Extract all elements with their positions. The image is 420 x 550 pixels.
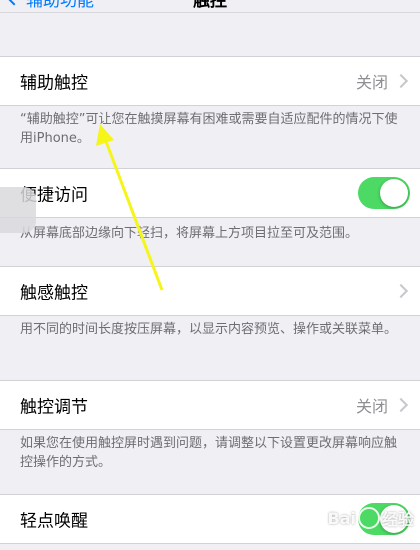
haptic-touch-footer: 用不同的时间长度按压屏幕，以显示内容预览、操作或关联菜单。 (20, 322, 398, 337)
chevron-right-icon (393, 397, 409, 413)
baidu-watermark: Bai 经验 (327, 506, 414, 530)
touch-accommodations-row[interactable]: 触控调节 关闭 (0, 380, 420, 430)
touch-accommodations-label: 触控调节 (20, 397, 88, 418)
touch-accommodations-footer: 如果您在使用触控屏时遇到问题，请调整以下设置更改屏幕响应触控操作的方式。 (20, 436, 398, 470)
touch-accommodations-value: 关闭 (355, 397, 388, 416)
settings-screen: 辅助功能 触控 辅助触控 关闭 “辅助触控”可让您在触摸屏幕有困难或需要自适应配… (0, 0, 420, 550)
watermark-brand-suffix: 经验 (381, 510, 414, 529)
reachability-row: 便捷访问 (0, 168, 420, 218)
toggle-knob (380, 179, 408, 207)
reachability-toggle[interactable] (358, 177, 410, 209)
haptic-touch-row[interactable]: 触感触控 (0, 266, 420, 316)
reachability-footer: 从屏幕底部边缘向下轻扫，将屏幕上方项目拉至可及范围。 (20, 226, 359, 241)
navigation-bar: 辅助功能 触控 (0, 0, 420, 11)
navbar-divider (0, 12, 420, 13)
paw-logo-icon (357, 507, 380, 529)
assistive-touch-footer: “辅助触控”可让您在触摸屏幕有困难或需要自适应配件的情况下使用iPhone。 (20, 112, 398, 146)
chevron-right-icon (393, 73, 409, 89)
tap-to-wake-label: 轻点唤醒 (20, 511, 88, 532)
page-title: 触控 (193, 0, 227, 11)
watermark-brand: Bai (327, 508, 356, 528)
assistive-touch-row[interactable]: 辅助触控 关闭 (0, 56, 420, 106)
assistive-touch-label: 辅助触控 (20, 73, 88, 94)
chevron-right-icon (393, 283, 409, 299)
assistive-touch-value: 关闭 (355, 73, 388, 92)
assistive-touch-handle[interactable] (0, 187, 36, 233)
haptic-touch-label: 触感触控 (20, 283, 88, 304)
